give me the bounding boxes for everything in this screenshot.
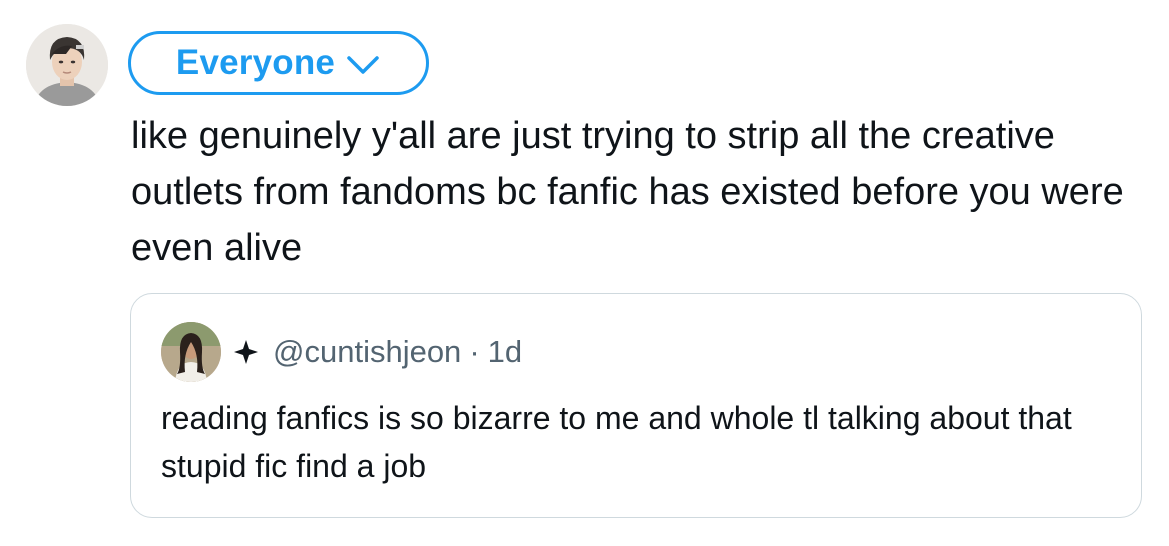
sparkle-icon [234,340,258,364]
chevron-down-icon [347,56,379,74]
quoted-post-text: reading fanfics is so bizarre to me and … [161,400,1072,484]
separator-dot: · [469,334,480,369]
quoted-user-avatar[interactable] [161,322,221,382]
quoted-post-card[interactable]: @cuntishjeon · 1d reading fanfics is so … [130,293,1142,518]
audience-label: Everyone [175,43,336,82]
post-text[interactable]: like genuinely y'all are just trying to … [131,108,1141,276]
user-avatar[interactable] [26,24,108,106]
quoted-user-avatar-image [161,322,221,382]
quoted-post-header: @cuntishjeon · 1d [161,322,522,382]
post-composer: Everyone like genuinely y'all are just t… [0,0,1169,546]
user-avatar-image [26,24,108,106]
quoted-post-time[interactable]: 1d [488,334,522,370]
audience-selector-button[interactable]: Everyone [128,31,429,95]
quoted-user-handle[interactable]: @cuntishjeon [273,334,461,370]
